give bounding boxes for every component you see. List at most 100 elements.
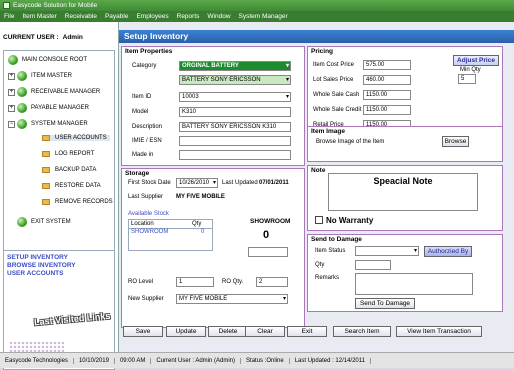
tree-node-item-master[interactable]: + ITEM MASTER — [8, 71, 72, 81]
adjust-price-button[interactable]: Adjust Price — [453, 55, 499, 66]
lot-sales-field[interactable]: 460.00 — [363, 75, 411, 85]
last-updated-value: 07/01/2011 — [259, 180, 289, 186]
menu-receivable[interactable]: Receivable — [61, 13, 101, 20]
node-ball-icon — [17, 103, 27, 113]
made-in-label: Made in — [132, 152, 154, 158]
damage-qty-field[interactable] — [355, 260, 391, 270]
storage-title: Storage — [125, 170, 150, 177]
browse-button[interactable]: Browse — [442, 136, 469, 147]
category-select[interactable]: ORGINAL BATTERY — [179, 61, 291, 71]
link-user-accounts[interactable]: USER ACCOUNTS — [7, 270, 63, 277]
description-field[interactable]: BATTERY SONY ERICSSON K310 — [179, 122, 291, 132]
no-warranty-checkbox[interactable] — [315, 216, 323, 224]
new-supplier-select[interactable]: MY FIVE MOBILE — [176, 294, 288, 304]
showroom-qty-input[interactable] — [248, 247, 288, 257]
link-setup-inventory[interactable]: SETUP INVENTORY — [7, 254, 68, 261]
node-ball-icon — [17, 71, 27, 81]
item-id-label: Item ID — [132, 94, 152, 100]
send-to-damage-panel: Send to Damage Item Status Authorzied By… — [307, 234, 503, 312]
menu-item-master[interactable]: Item Master — [18, 13, 60, 20]
menu-file[interactable]: File — [0, 13, 18, 20]
update-button[interactable]: Update — [166, 326, 206, 337]
no-warranty-label: No Warranty — [326, 216, 374, 225]
whole-credit-field[interactable]: 1150.00 — [363, 105, 411, 115]
status-time: 09:00 AM — [115, 357, 152, 364]
new-supplier-label: New Supplier — [128, 296, 164, 302]
clear-button[interactable]: Clear — [245, 326, 285, 337]
tree-node-label: RESTORE DATA — [55, 183, 101, 189]
item-status-select[interactable] — [355, 246, 419, 256]
tree-node-payable[interactable]: + PAYABLE MANAGER — [8, 103, 89, 113]
tree-node-log-report[interactable]: LOG REPORT — [42, 151, 94, 157]
showroom-label: SHOWROOM — [250, 218, 291, 225]
expand-plus-icon[interactable]: + — [8, 104, 15, 112]
imie-field[interactable] — [179, 136, 291, 146]
whole-credit-label: Whole Sale Credit — [313, 107, 362, 113]
note-panel: Note Speacial Note No Warranty — [307, 165, 503, 231]
last-supplier-label: Last Supplier — [128, 194, 164, 200]
delete-button[interactable]: Delete — [208, 326, 248, 337]
tree-node-label: MAIN CONSOLE ROOT — [22, 57, 88, 63]
made-in-field[interactable] — [179, 150, 291, 160]
item-id-select[interactable]: 10003 — [179, 92, 291, 102]
tree-node-backup-data[interactable]: BACKUP DATA — [42, 167, 96, 173]
menu-bar: File Item Master Receivable Payable Empl… — [0, 11, 514, 22]
menu-employees[interactable]: Employees — [132, 13, 172, 20]
status-bar: Easycode Technologies 10/10/2019 09:00 A… — [0, 352, 514, 368]
tree-node-label: LOG REPORT — [55, 151, 95, 157]
whole-cash-field[interactable]: 1150.00 — [363, 90, 411, 100]
column-location-header: Location — [131, 221, 154, 227]
send-to-damage-button[interactable]: Send To Damage — [355, 298, 415, 309]
tree-node-label: BACKUP DATA — [55, 167, 97, 173]
tree-node-remove-records[interactable]: REMOVE RECORDS — [42, 199, 113, 205]
tree-node-user-accounts[interactable]: USER ACCOUNTS — [42, 135, 110, 141]
status-date: 10/10/2019 — [74, 357, 115, 364]
expand-plus-icon[interactable]: + — [8, 88, 15, 96]
first-stock-date-picker[interactable]: 10/26/2010 — [176, 178, 218, 188]
ro-level-field[interactable]: 1 — [176, 277, 214, 287]
model-field[interactable]: K310 — [179, 107, 291, 117]
authorized-by-button[interactable]: Authorzied By — [424, 246, 472, 257]
qty-label: Qty — [315, 262, 325, 268]
remarks-field[interactable] — [355, 273, 473, 295]
pricing-title: Pricing — [311, 48, 334, 55]
menu-system-manager[interactable]: System Manager — [235, 13, 292, 20]
item-cost-label: Item Cost Price — [313, 62, 355, 68]
subcategory-select[interactable]: BATTERY SONY ERICSSON — [179, 75, 291, 85]
exit-button[interactable]: Exit — [287, 326, 327, 337]
collapse-minus-icon[interactable]: − — [8, 120, 15, 128]
tree-node-root[interactable]: MAIN CONSOLE ROOT — [8, 55, 87, 65]
folder-icon — [42, 199, 50, 205]
ro-qty-field[interactable]: 2 — [256, 277, 288, 287]
stock-row-qty[interactable]: 0 — [201, 229, 204, 235]
item-cost-field[interactable]: 575.00 — [363, 60, 411, 70]
ro-qty-label: RO Qty. — [222, 279, 244, 285]
current-user: CURRENT USER : Admin — [3, 34, 83, 41]
tree-node-exit-system[interactable]: EXIT SYSTEM — [17, 217, 71, 227]
stock-table: Location Qty SHOWROOM 0 — [128, 219, 213, 251]
menu-window[interactable]: Window — [203, 13, 234, 20]
status-company: Easycode Technologies — [0, 357, 74, 364]
last-visited-logo: Last Visited Links — [33, 310, 111, 328]
special-note-textarea[interactable]: Speacial Note — [328, 173, 478, 211]
tree-node-system-manager[interactable]: − SYSTEM MANAGER — [8, 119, 88, 129]
page-title: Setup Inventory — [119, 30, 514, 43]
tree-node-restore-data[interactable]: RESTORE DATA — [42, 183, 101, 189]
save-button[interactable]: Save — [123, 326, 163, 337]
tree-node-receivable[interactable]: + RECEIVABLE MANAGER — [8, 87, 100, 97]
window-title: Easycode Solution for Mobile — [13, 2, 98, 9]
node-ball-icon — [17, 217, 27, 227]
min-qty-field[interactable]: 5 — [458, 74, 476, 84]
link-browse-inventory[interactable]: BROWSE INVENTORY — [7, 262, 76, 269]
whole-cash-label: Whole Sale Cash — [313, 92, 360, 98]
expand-plus-icon[interactable]: + — [8, 72, 15, 80]
main-content: Setup Inventory Item Properties Category… — [119, 22, 514, 352]
search-item-button[interactable]: Search Item — [333, 326, 391, 337]
menu-reports[interactable]: Reports — [173, 13, 204, 20]
folder-icon — [42, 183, 50, 189]
menu-payable[interactable]: Payable — [101, 13, 133, 20]
view-item-transaction-button[interactable]: View Item Transaction — [396, 326, 482, 337]
status-online: Status :Online — [241, 357, 290, 364]
stock-row-location[interactable]: SHOWROOM — [131, 229, 168, 235]
current-user-label: CURRENT USER : — [3, 34, 59, 41]
